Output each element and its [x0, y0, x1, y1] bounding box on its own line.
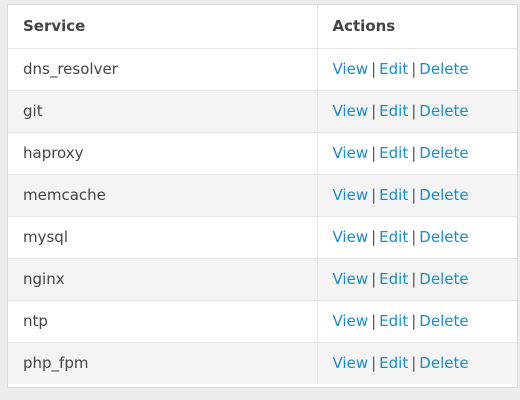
action-separator: | [371, 354, 377, 373]
actions-cell: View | Edit | Delete [317, 90, 517, 133]
action-separator: | [371, 228, 377, 246]
delete-link[interactable]: Delete [419, 270, 468, 288]
action-separator: | [411, 312, 417, 330]
actions-cell: View | Edit | Delete [317, 342, 517, 384]
table-row: nginx View | Edit | Delete [8, 258, 517, 301]
column-header-actions: Actions [317, 5, 517, 49]
action-separator: | [411, 186, 417, 204]
edit-link[interactable]: Edit [379, 60, 408, 78]
delete-link[interactable]: Delete [419, 144, 468, 162]
table-row: mysql View | Edit | Delete [8, 216, 517, 259]
delete-link[interactable]: Delete [419, 354, 468, 372]
table-row: php_fpm View | Edit | Delete [8, 342, 517, 384]
actions-cell: View | Edit | Delete [317, 48, 517, 91]
service-name-cell: dns_resolver [8, 48, 318, 91]
view-link[interactable]: View [333, 186, 369, 204]
service-name-cell: nginx [8, 258, 318, 301]
actions-cell: View | Edit | Delete [317, 258, 517, 301]
table-row: git View | Edit | Delete [8, 90, 517, 133]
service-name-cell: php_fpm [8, 342, 318, 384]
action-separator: | [371, 144, 377, 162]
action-separator: | [411, 144, 417, 162]
view-link[interactable]: View [333, 270, 369, 288]
service-name-cell: mysql [8, 216, 318, 259]
actions-cell: View | Edit | Delete [317, 174, 517, 217]
edit-link[interactable]: Edit [379, 102, 408, 120]
action-separator: | [411, 60, 417, 78]
services-table: Service Actions dns_resolver View | Edit | De… [8, 5, 517, 384]
delete-link[interactable]: Delete [419, 228, 468, 246]
edit-link[interactable]: Edit [379, 354, 408, 372]
table-header-row: Service Actions [8, 5, 517, 49]
table-row: haproxy View | Edit | Delete [8, 132, 517, 175]
table-row: dns_resolver View | Edit | Delete [8, 48, 517, 91]
action-separator: | [371, 270, 377, 288]
service-name-cell: git [8, 90, 318, 133]
service-name-cell: memcache [8, 174, 318, 217]
edit-link[interactable]: Edit [379, 312, 408, 330]
delete-link[interactable]: Delete [419, 186, 468, 204]
column-header-service: Service [8, 5, 318, 49]
services-table-container: Service Actions dns_resolver View | Edit | De… [7, 4, 518, 388]
view-link[interactable]: View [333, 60, 369, 78]
edit-link[interactable]: Edit [379, 270, 408, 288]
table-row: ntp View | Edit | Delete [8, 300, 517, 343]
edit-link[interactable]: Edit [379, 228, 408, 246]
edit-link[interactable]: Edit [379, 186, 408, 204]
action-separator: | [371, 60, 377, 78]
action-separator: | [371, 102, 377, 120]
actions-cell: View | Edit | Delete [317, 132, 517, 175]
view-link[interactable]: View [333, 312, 369, 330]
action-separator: | [411, 270, 417, 288]
actions-cell: View | Edit | Delete [317, 216, 517, 259]
delete-link[interactable]: Delete [419, 102, 468, 120]
service-name-cell: ntp [8, 300, 318, 343]
action-separator: | [411, 102, 417, 120]
delete-link[interactable]: Delete [419, 312, 468, 330]
action-separator: | [411, 354, 417, 373]
table-row: memcache View | Edit | Delete [8, 174, 517, 217]
edit-link[interactable]: Edit [379, 144, 408, 162]
view-link[interactable]: View [333, 228, 369, 246]
service-name-cell: haproxy [8, 132, 318, 175]
action-separator: | [411, 228, 417, 246]
actions-cell: View | Edit | Delete [317, 300, 517, 343]
view-link[interactable]: View [333, 144, 369, 162]
action-separator: | [371, 312, 377, 330]
action-separator: | [371, 186, 377, 204]
view-link[interactable]: View [333, 354, 369, 372]
delete-link[interactable]: Delete [419, 60, 468, 78]
view-link[interactable]: View [333, 102, 369, 120]
